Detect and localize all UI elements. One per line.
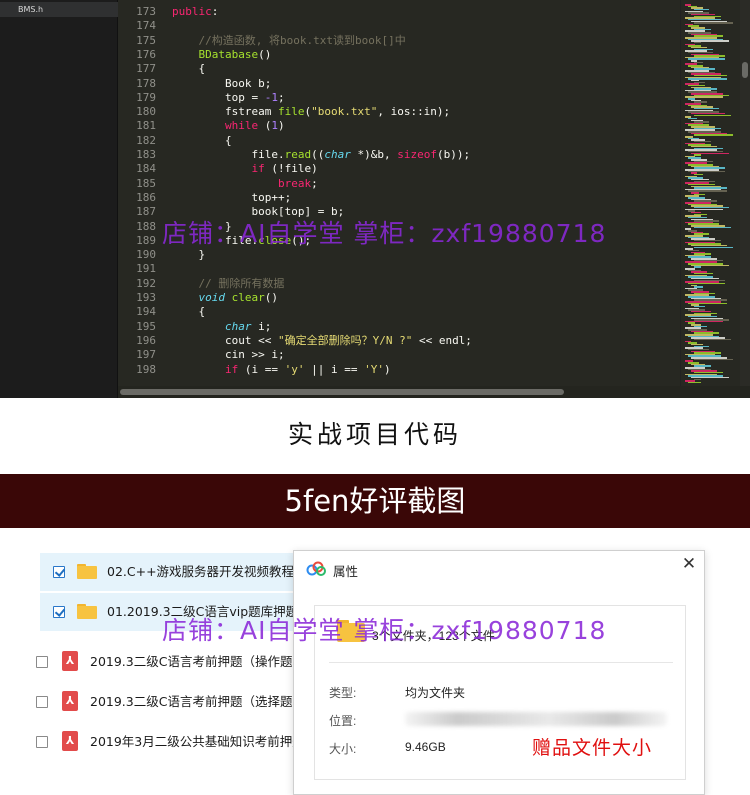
list-item[interactable]: ⅄ 2019.3二级C语言考前押题（操作题）.pdf: [0, 643, 329, 681]
watermark-top: 店铺：AI自学堂 掌柜：zxf19880718: [162, 219, 607, 248]
screenshot-root: BMS.h 173 174 175 176 177 178 179 180 181 182 183 1…: [0, 0, 750, 795]
code-line: top++;: [172, 190, 292, 204]
file-sidebar: BMS.h: [0, 0, 118, 398]
checkbox[interactable]: [53, 566, 65, 578]
line-number: 190: [136, 248, 156, 262]
code-line: BDatabase(): [198, 47, 272, 61]
line-number-gutter: 173 174 175 176 177 178 179 180 181 182 183 184 185 1…: [118, 0, 164, 386]
code-line: // 删除所有数据: [198, 276, 285, 290]
folder-icon: [77, 564, 97, 579]
code-editor: BMS.h 173 174 175 176 177 178 179 180 181 182 183 1…: [0, 0, 750, 398]
minimap[interactable]: [680, 0, 740, 386]
line-number: 194: [136, 305, 156, 319]
code-line: break;: [277, 176, 318, 190]
pdf-icon: ⅄: [62, 651, 78, 671]
vertical-scrollbar[interactable]: [740, 0, 750, 386]
size-value: 9.46GB: [405, 740, 446, 754]
line-number: 185: [136, 176, 156, 190]
line-number: 183: [136, 148, 156, 161]
code-line: {: [172, 133, 232, 147]
dialog-title: 属性: [333, 564, 359, 579]
line-number: 173: [136, 5, 156, 18]
code-area[interactable]: public: //构造函数, 将book.txt读到book[]中 BData…: [164, 0, 680, 386]
sidebar-file-tab[interactable]: BMS.h: [0, 2, 118, 17]
code-line: void clear(): [198, 291, 279, 304]
section-title-project-code: 实战项目代码: [287, 420, 462, 449]
line-number: 176: [136, 47, 156, 61]
line-number: 184: [136, 162, 156, 176]
line-number: 175: [136, 33, 156, 47]
line-number: 174: [136, 19, 156, 33]
line-number: 193: [136, 291, 156, 304]
line-number: 179: [136, 90, 156, 104]
size-label: 大小:: [329, 742, 357, 756]
divider: [329, 662, 673, 663]
checkbox[interactable]: [36, 736, 48, 748]
line-number: 188: [136, 219, 156, 233]
line-number: 178: [136, 76, 156, 90]
close-icon[interactable]: ✕: [680, 555, 698, 573]
folder-icon: [77, 604, 97, 619]
checkbox[interactable]: [36, 656, 48, 668]
horizontal-scrollbar-thumb[interactable]: [120, 389, 564, 395]
code-line: top = -1;: [172, 90, 285, 104]
review-banner-text: 5fen好评截图: [284, 484, 466, 518]
line-number: 192: [136, 276, 156, 290]
line-number: 196: [136, 333, 156, 347]
cloud-icon: [306, 561, 326, 576]
file-name: 02.C++游戏服务器开发视频教程: [107, 564, 295, 579]
line-number: 182: [136, 133, 156, 147]
code-line: if (!file): [251, 162, 318, 176]
line-number: 195: [136, 319, 156, 333]
line-number: 181: [136, 119, 156, 133]
code-line: while (1): [224, 119, 285, 133]
code-line: if (i == 'y' || i == 'Y'): [224, 362, 391, 376]
line-number: 197: [136, 348, 156, 362]
code-line: file.read((char *)&b, sizeof(b));: [172, 148, 471, 161]
code-line: char i;: [224, 319, 272, 333]
code-line: {: [172, 305, 206, 319]
code-line: //构造函数, 将book.txt读到book[]中: [198, 33, 406, 47]
line-number: 177: [136, 62, 156, 76]
code-line: cin >> i;: [172, 348, 285, 362]
vertical-scrollbar-thumb[interactable]: [742, 62, 748, 78]
gift-size-label: 赠品文件大小: [532, 737, 653, 759]
line-number: 191: [136, 262, 156, 276]
horizontal-scrollbar[interactable]: [118, 386, 750, 398]
list-item[interactable]: ⅄ 2019年3月二级公共基础知识考前押题.pdf: [0, 723, 329, 761]
line-number: 189: [136, 233, 156, 247]
line-number: 180: [136, 105, 156, 119]
code-line: public:: [172, 5, 219, 18]
location-label: 位置:: [329, 714, 357, 728]
line-number: 186: [136, 190, 156, 204]
watermark-bottom: 店铺：AI自学堂 掌柜：zxf19880718: [162, 616, 607, 645]
pdf-icon: ⅄: [62, 691, 78, 711]
code-line: Book b;: [172, 76, 272, 90]
line-number: 198: [136, 362, 156, 376]
checkbox[interactable]: [53, 606, 65, 618]
code-line: }: [172, 248, 206, 262]
code-line: {: [172, 62, 206, 76]
code-line: cout << "确定全部删除吗？Y/N ?" << endl;: [172, 333, 472, 347]
checkbox[interactable]: [36, 696, 48, 708]
list-item[interactable]: 02.C++游戏服务器开发视频教程: [40, 553, 310, 591]
list-item[interactable]: ⅄ 2019.3二级C语言考前押题（选择题）.pdf: [0, 683, 329, 721]
review-banner: 5fen好评截图: [0, 474, 750, 528]
type-value: 均为文件夹: [405, 686, 466, 700]
location-value-redacted: [405, 712, 667, 726]
line-number: 187: [136, 205, 156, 219]
type-label: 类型:: [329, 686, 357, 700]
pdf-icon: ⅄: [62, 731, 78, 751]
code-line: fstream file("book.txt", ios::in);: [172, 105, 451, 119]
